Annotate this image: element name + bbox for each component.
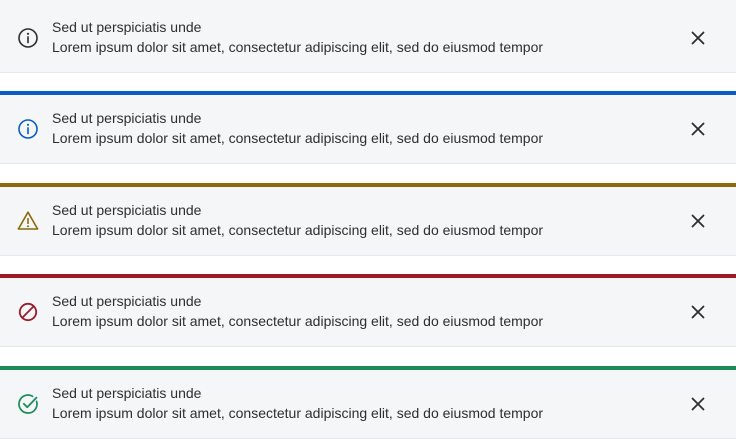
accent-bar [0,274,736,278]
check-circle-icon [16,392,40,416]
info-icon [16,117,40,141]
close-icon[interactable] [686,300,710,324]
notification-banner-info: Sed ut perspiciatis unde Lorem ipsum dol… [0,91,736,164]
banner-title: Sed ut perspiciatis unde [52,19,202,35]
banner-message: Lorem ipsum dolor sit amet, consectetur … [52,130,544,146]
banner-title: Sed ut perspiciatis unde [52,202,202,218]
banner-title: Sed ut perspiciatis unde [52,110,202,126]
banner-message: Lorem ipsum dolor sit amet, consectetur … [52,222,544,238]
notification-banner-error: Sed ut perspiciatis unde Lorem ipsum dol… [0,274,736,347]
banner-message: Lorem ipsum dolor sit amet, consectetur … [52,313,544,329]
accent-bar [0,366,736,370]
close-icon[interactable] [686,209,710,233]
close-icon[interactable] [686,392,710,416]
close-icon[interactable] [686,117,710,141]
blocked-icon [16,300,40,324]
banner-title: Sed ut perspiciatis unde [52,385,202,401]
notification-banner-neutral: Sed ut perspiciatis unde Lorem ipsum dol… [0,0,736,73]
accent-bar [0,0,736,4]
accent-bar [0,91,736,95]
notification-banner-warning: Sed ut perspiciatis unde Lorem ipsum dol… [0,183,736,256]
info-icon [16,26,40,50]
close-icon[interactable] [686,26,710,50]
warning-icon [16,209,40,233]
notification-banner-success: Sed ut perspiciatis unde Lorem ipsum dol… [0,366,736,439]
banner-message: Lorem ipsum dolor sit amet, consectetur … [52,39,544,55]
banner-message: Lorem ipsum dolor sit amet, consectetur … [52,405,544,421]
banner-title: Sed ut perspiciatis unde [52,293,202,309]
accent-bar [0,183,736,187]
